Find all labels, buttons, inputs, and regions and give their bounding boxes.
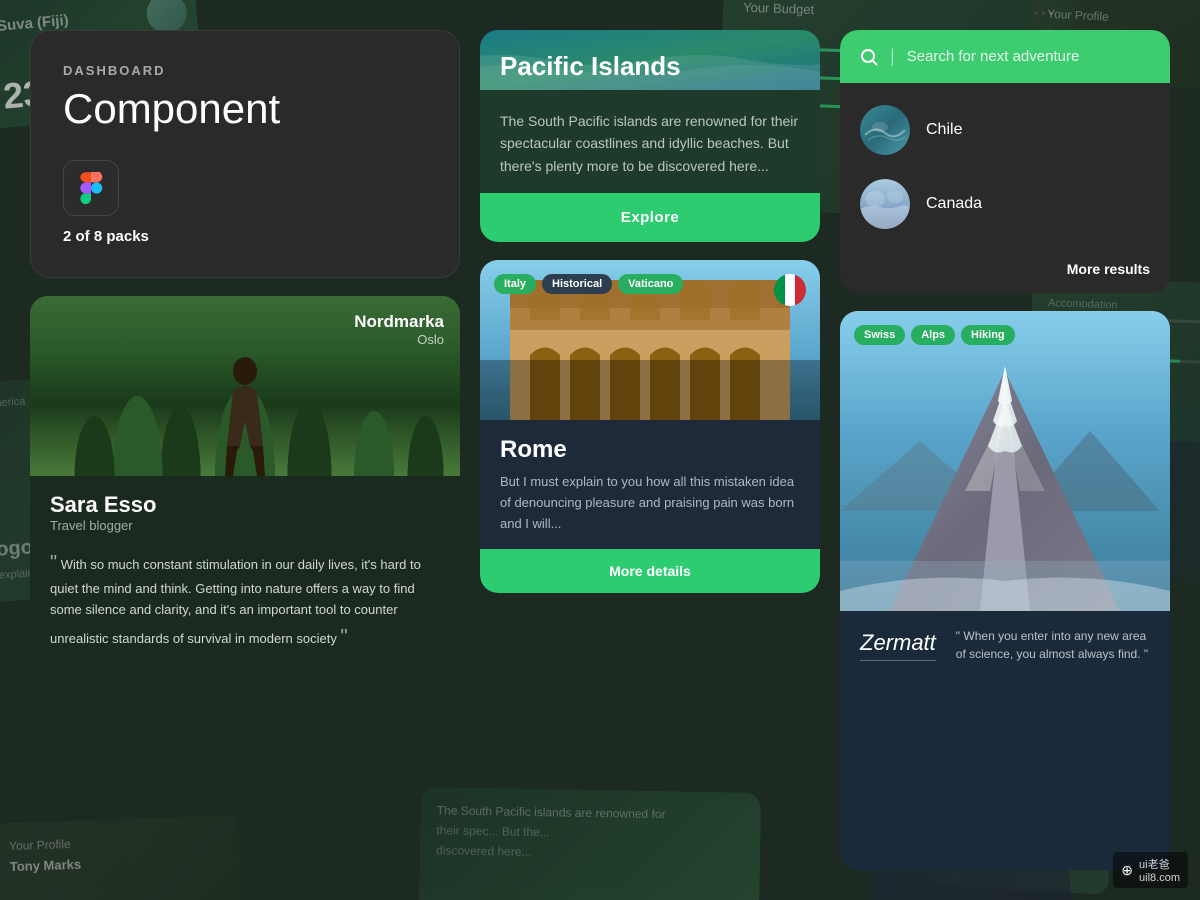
blogger-role: Travel blogger bbox=[50, 518, 440, 533]
canada-name: Canada bbox=[926, 195, 982, 213]
chile-image bbox=[860, 105, 910, 155]
search-icon bbox=[860, 48, 878, 66]
tag-hiking: Hiking bbox=[961, 325, 1015, 345]
search-divider: | bbox=[890, 46, 895, 67]
tag-italy: Italy bbox=[494, 274, 536, 294]
more-details-button[interactable]: More details bbox=[480, 549, 820, 593]
dashboard-card: DASHBOARD Component 2 of 8 packs bbox=[30, 30, 460, 278]
right-column: | Search for next adventure bbox=[840, 30, 1170, 870]
blogger-quote: " With so much constant stimulation in o… bbox=[50, 547, 440, 653]
canada-image bbox=[860, 179, 910, 229]
pacific-title: Pacific Islands bbox=[500, 51, 681, 82]
pack-count: 2 of 8 packs bbox=[63, 228, 427, 245]
blogger-location: Nordmarka Oslo bbox=[354, 312, 444, 347]
rome-body: Rome But I must explain to you how all t… bbox=[480, 420, 820, 534]
blogger-place: Nordmarka bbox=[354, 312, 444, 332]
search-bar[interactable]: | Search for next adventure bbox=[840, 30, 1170, 83]
search-placeholder-text: Search for next adventure bbox=[907, 48, 1150, 65]
figma-icon-container bbox=[63, 160, 119, 216]
blogger-city: Oslo bbox=[354, 332, 444, 347]
tag-alps: Alps bbox=[911, 325, 955, 345]
search-result-canada[interactable]: Canada bbox=[840, 167, 1170, 241]
rome-title: Rome bbox=[500, 436, 800, 464]
dashboard-label: DASHBOARD bbox=[63, 63, 427, 78]
figma-logo bbox=[75, 172, 107, 204]
close-quote: " bbox=[340, 626, 347, 648]
pacific-body: The South Pacific islands are renowned f… bbox=[480, 90, 820, 177]
more-results-link[interactable]: More results bbox=[840, 251, 1170, 293]
blogger-info: Sara Esso Travel blogger " With so much … bbox=[30, 476, 460, 653]
watermark-text-container: ui老爸 uil8.com bbox=[1139, 856, 1180, 884]
blogger-card: Nordmarka Oslo Sara Esso Travel blogger … bbox=[30, 296, 460, 676]
pacific-header-image: Pacific Islands bbox=[480, 30, 820, 90]
middle-column: Pacific Islands The South Pacific island… bbox=[480, 30, 820, 870]
main-content: DASHBOARD Component 2 of 8 packs bbox=[0, 0, 1200, 900]
rome-description: But I must explain to you how all this m… bbox=[500, 472, 800, 534]
watermark: ⊕ ui老爸 uil8.com bbox=[1113, 852, 1188, 888]
rome-image: Italy Historical Vaticano bbox=[480, 260, 820, 420]
quote-text: With so much constant stimulation in our… bbox=[50, 557, 421, 646]
left-column: DASHBOARD Component 2 of 8 packs bbox=[30, 30, 460, 870]
mountain-tags-container: Swiss Alps Hiking bbox=[854, 325, 1015, 345]
chile-name: Chile bbox=[926, 121, 962, 139]
tag-historical: Historical bbox=[542, 274, 612, 294]
matterhorn-footer: Zermatt " When you enter into any new ar… bbox=[840, 611, 1170, 679]
rome-tags-container: Italy Historical Vaticano bbox=[494, 274, 683, 294]
watermark-line2: uil8.com bbox=[1139, 872, 1180, 884]
explore-button[interactable]: Explore bbox=[480, 193, 820, 242]
pacific-card: Pacific Islands The South Pacific island… bbox=[480, 30, 820, 242]
italy-flag bbox=[774, 274, 806, 306]
matterhorn-card: Swiss Alps Hiking Zermatt " When you ent… bbox=[840, 311, 1170, 870]
pacific-description: The South Pacific islands are renowned f… bbox=[500, 110, 800, 177]
canada-avatar bbox=[860, 179, 910, 229]
blogger-image: Nordmarka Oslo bbox=[30, 296, 460, 476]
matterhorn-image: Swiss Alps Hiking bbox=[840, 311, 1170, 611]
open-quote: " bbox=[50, 552, 57, 574]
chile-avatar bbox=[860, 105, 910, 155]
watermark-icon: ⊕ bbox=[1121, 862, 1133, 879]
zermatt-title: Zermatt bbox=[860, 630, 936, 661]
rome-card: Italy Historical Vaticano Rome But I mus… bbox=[480, 260, 820, 592]
mountain-svg bbox=[840, 311, 1170, 611]
blogger-name: Sara Esso bbox=[50, 492, 440, 518]
person-silhouette bbox=[205, 346, 285, 476]
pacific-title-container: Pacific Islands bbox=[500, 51, 681, 82]
search-card: | Search for next adventure bbox=[840, 30, 1170, 293]
dashboard-title: Component bbox=[63, 86, 427, 132]
tag-swiss: Swiss bbox=[854, 325, 905, 345]
zermatt-quote: " When you enter into any new area of sc… bbox=[956, 627, 1150, 663]
search-results-list: Chile bbox=[840, 83, 1170, 251]
tag-vaticano: Vaticano bbox=[618, 274, 683, 294]
search-result-chile[interactable]: Chile bbox=[840, 93, 1170, 167]
watermark-line1: ui老爸 bbox=[1139, 856, 1180, 872]
